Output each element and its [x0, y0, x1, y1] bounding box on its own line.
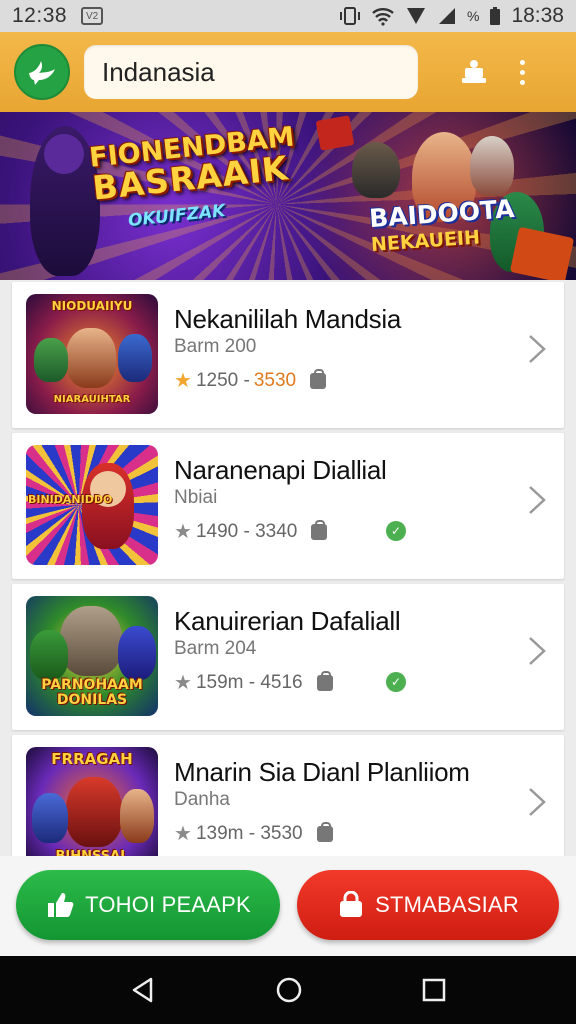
chevron-right-icon[interactable] — [526, 332, 548, 366]
game-title: Mnarin Sia Dianl Planliiom — [174, 757, 470, 787]
notification-icon: V2 — [81, 7, 104, 25]
status-time: 12:38 — [12, 4, 68, 27]
chevron-right-icon[interactable] — [526, 785, 548, 819]
search-input[interactable]: Indanasia — [84, 45, 418, 99]
app-bar: Indanasia — [0, 32, 576, 112]
game-rating: ★ 159m - 4516 — [174, 670, 333, 695]
game-card[interactable]: BINIDANIDDO Naranenapi Diallial Nbiai ★ … — [12, 433, 564, 579]
game-card[interactable]: PARNOHAAM DONILAS Kanuirerian Dafaliall … — [12, 584, 564, 730]
bag-icon — [316, 670, 333, 691]
game-thumbnail: NIODUAIIYU NIARAUIHTAR — [26, 294, 158, 414]
game-thumbnail: PARNOHAAM DONILAS — [26, 596, 158, 716]
chevron-right-icon[interactable] — [526, 483, 548, 517]
star-icon: ★ — [174, 672, 192, 694]
primary-action-button[interactable]: TOHOI PEAAPK — [16, 870, 280, 940]
bag-icon — [311, 519, 328, 540]
battery-icon — [490, 7, 501, 25]
star-icon: ★ — [174, 370, 192, 392]
battery-text: % — [466, 8, 480, 24]
bag-icon — [310, 368, 327, 389]
verified-check-icon: ✓ — [386, 672, 406, 692]
vibrate-icon — [339, 7, 360, 25]
bag-icon — [340, 891, 363, 917]
chevron-right-icon[interactable] — [526, 634, 548, 668]
game-thumbnail: BINIDANIDDO — [26, 445, 158, 565]
game-rating: ★ 139m - 3530 — [174, 821, 333, 846]
bottom-actions: TOHOI PEAAPK STMABASIAR — [0, 856, 576, 956]
secondary-action-label: STMABASIAR — [375, 892, 519, 917]
game-subtitle: Nbiai — [174, 487, 218, 508]
signal-bars-icon — [438, 8, 455, 24]
verified-check-icon: ✓ — [386, 521, 406, 541]
star-icon: ★ — [174, 521, 192, 543]
status-time-right: 18:38 — [511, 4, 564, 27]
more-vertical-icon[interactable] — [520, 59, 525, 85]
promo-banner[interactable]: FIONENDBAM BASRAAIK OKUIFZAK BAIDOOTA NE… — [0, 112, 576, 280]
game-title: Naranenapi Diallial — [174, 455, 387, 485]
bag-icon — [316, 821, 333, 842]
home-icon[interactable] — [275, 976, 303, 1004]
game-title: Nekanililah Mandsia — [174, 304, 401, 334]
game-rating: ★ 1250 - 3530 — [174, 368, 327, 393]
signal-icon — [406, 8, 425, 24]
banner-title-right: BAIDOOTA NEKAUEIH — [368, 193, 516, 257]
bird-logo-icon[interactable] — [14, 44, 70, 100]
star-icon: ★ — [174, 823, 192, 845]
game-subtitle: Barm 204 — [174, 638, 257, 659]
game-subtitle: Barm 200 — [174, 336, 257, 357]
secondary-action-button[interactable]: STMABASIAR — [297, 870, 559, 940]
game-title: Kanuirerian Dafaliall — [174, 606, 401, 636]
game-card[interactable]: NIODUAIIYU NIARAUIHTAR Nekanililah Mands… — [12, 282, 564, 428]
wifi-icon — [372, 8, 394, 26]
system-nav-bar — [0, 956, 576, 1024]
status-icons: % 18:38 — [339, 4, 564, 28]
cart-icon[interactable] — [456, 54, 492, 90]
status-bar: 12:38 V2 % 18:38 — [0, 0, 576, 32]
back-icon[interactable] — [129, 976, 157, 1004]
primary-action-label: TOHOI PEAAPK — [85, 892, 251, 917]
game-subtitle: Danha — [174, 789, 230, 810]
game-thumbnail: FRRAGAH BIHNSSAL — [26, 747, 158, 867]
thumbs-up-icon — [48, 893, 74, 917]
game-rating: ★ 1490 - 3340 — [174, 519, 328, 544]
recents-icon[interactable] — [421, 977, 447, 1003]
game-list: NIODUAIIYU NIARAUIHTAR Nekanililah Mands… — [12, 282, 564, 886]
